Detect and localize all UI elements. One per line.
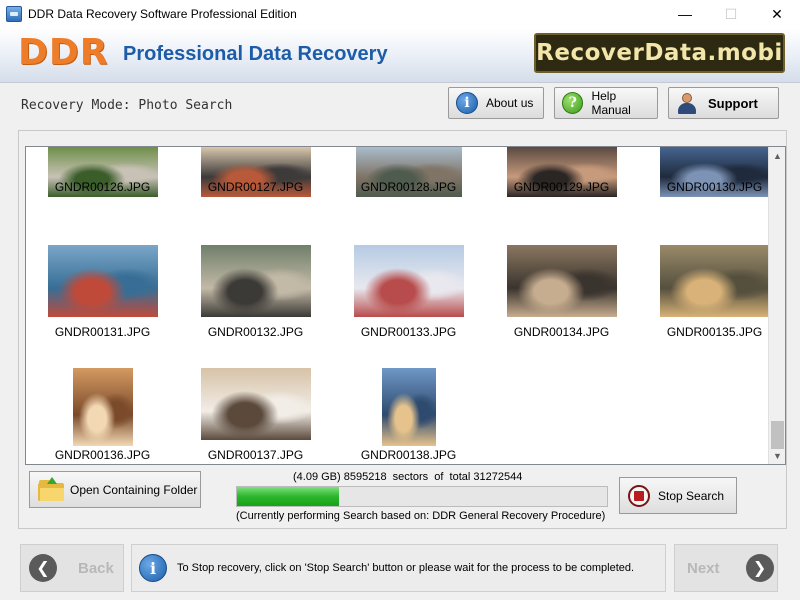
sectors-progress-text: (4.09 GB) 8595218 sectors of total 31272… bbox=[293, 471, 523, 483]
photo-item[interactable]: GNDR00127.JPG bbox=[179, 147, 332, 242]
next-arrow-icon: ❯ bbox=[745, 554, 774, 582]
support-button[interactable]: Support bbox=[668, 87, 779, 119]
brand-text: RecoverData.mobi bbox=[536, 40, 783, 66]
procedure-text: (Currently performing Search based on: D… bbox=[236, 510, 606, 522]
help-manual-button[interactable]: ? Help Manual bbox=[554, 87, 658, 119]
ddr-logo: DDR bbox=[18, 32, 109, 73]
status-message-box: i To Stop recovery, click on 'Stop Searc… bbox=[131, 544, 666, 592]
window-title: DDR Data Recovery Software Professional … bbox=[28, 7, 297, 21]
gallery-scrollbar[interactable]: ▲ ▼ bbox=[768, 147, 785, 464]
stop-search-button[interactable]: Stop Search bbox=[619, 477, 737, 514]
photo-filename: GNDR00130.JPG bbox=[666, 180, 763, 194]
header-banner: DDR Professional Data Recovery RecoverDa… bbox=[0, 28, 800, 83]
back-button[interactable]: ❮ Back bbox=[20, 544, 124, 592]
photo-filename: GNDR00128.JPG bbox=[360, 180, 457, 194]
open-containing-folder-button[interactable]: Open Containing Folder bbox=[29, 471, 201, 508]
photo-thumbnail[interactable] bbox=[659, 245, 770, 317]
progress-fill bbox=[237, 487, 339, 506]
photo-filename: GNDR00135.JPG bbox=[666, 325, 763, 339]
photo-filename: GNDR00132.JPG bbox=[207, 325, 304, 339]
info-icon: i bbox=[139, 554, 167, 582]
scrollbar-thumb[interactable] bbox=[771, 421, 784, 449]
status-message: To Stop recovery, click on 'Stop Search'… bbox=[177, 562, 635, 574]
photo-item[interactable]: GNDR00132.JPG bbox=[179, 245, 332, 365]
photo-item[interactable]: GNDR00129.JPG bbox=[485, 147, 638, 242]
photo-item[interactable]: GNDR00136.JPG bbox=[26, 368, 179, 464]
back-label: Back bbox=[78, 559, 114, 577]
help-manual-label: Help Manual bbox=[591, 89, 631, 117]
photo-thumbnail[interactable] bbox=[72, 368, 133, 446]
photo-thumbnail[interactable] bbox=[506, 245, 617, 317]
photo-item[interactable]: GNDR00135.JPG bbox=[638, 245, 785, 365]
brand-badge: RecoverData.mobi bbox=[534, 33, 785, 73]
photo-item[interactable]: GNDR00128.JPG bbox=[332, 147, 485, 242]
photo-thumbnail[interactable] bbox=[47, 245, 158, 317]
about-us-label: About us bbox=[486, 96, 534, 110]
photo-filename: GNDR00137.JPG bbox=[207, 448, 304, 462]
next-label: Next bbox=[687, 559, 720, 577]
scroll-up-arrow-icon[interactable]: ▲ bbox=[769, 147, 785, 164]
photo-filename: GNDR00138.JPG bbox=[360, 448, 457, 462]
scroll-down-arrow-icon[interactable]: ▼ bbox=[769, 447, 785, 464]
title-bar: DDR Data Recovery Software Professional … bbox=[0, 0, 800, 28]
photo-item[interactable]: GNDR00134.JPG bbox=[485, 245, 638, 365]
photo-filename: GNDR00131.JPG bbox=[54, 325, 151, 339]
photo-filename: GNDR00129.JPG bbox=[513, 180, 610, 194]
photo-item[interactable]: GNDR00137.JPG bbox=[179, 368, 332, 464]
window-controls: — ☐ ✕ bbox=[662, 0, 800, 28]
photo-item[interactable]: GNDR00133.JPG bbox=[332, 245, 485, 365]
photo-item[interactable]: GNDR00126.JPG bbox=[26, 147, 179, 242]
photo-thumbnail[interactable] bbox=[200, 368, 311, 440]
about-us-button[interactable]: i About us bbox=[448, 87, 544, 119]
photo-filename: GNDR00127.JPG bbox=[207, 180, 304, 194]
photo-item[interactable]: GNDR00131.JPG bbox=[26, 245, 179, 365]
open-folder-label: Open Containing Folder bbox=[70, 482, 198, 497]
header-title: Professional Data Recovery bbox=[123, 43, 388, 65]
photo-thumbnail[interactable] bbox=[200, 245, 311, 317]
maximize-button: ☐ bbox=[724, 5, 738, 22]
open-folder-icon bbox=[38, 476, 64, 501]
recovered-photos-gallery[interactable]: GNDR00138.JPG GNDR00137.JPG GNDR00136.JPG G… bbox=[25, 146, 786, 465]
photo-item[interactable]: GNDR00138.JPG bbox=[332, 368, 485, 464]
recovery-progress-bar bbox=[236, 486, 608, 507]
next-button[interactable]: Next ❯ bbox=[674, 544, 778, 592]
stop-icon bbox=[628, 484, 650, 507]
photo-filename: GNDR00136.JPG bbox=[54, 448, 151, 462]
photo-filename: GNDR00126.JPG bbox=[54, 180, 151, 194]
photo-thumbnail[interactable] bbox=[353, 245, 464, 317]
stop-search-label: Stop Search bbox=[658, 488, 725, 503]
help-icon: ? bbox=[562, 92, 584, 114]
recovery-mode-label: Recovery Mode: Photo Search bbox=[21, 98, 233, 113]
support-person-icon bbox=[676, 92, 698, 114]
photo-item[interactable]: GNDR00130.JPG bbox=[638, 147, 785, 242]
app-icon bbox=[6, 6, 22, 22]
info-icon: i bbox=[456, 92, 478, 114]
close-button[interactable]: ✕ bbox=[754, 0, 800, 28]
photo-filename: GNDR00133.JPG bbox=[360, 325, 457, 339]
minimize-button[interactable]: — bbox=[662, 0, 708, 28]
photo-thumbnail[interactable] bbox=[381, 368, 436, 446]
support-label: Support bbox=[708, 95, 758, 111]
photo-filename: GNDR00134.JPG bbox=[513, 325, 610, 339]
back-arrow-icon: ❮ bbox=[29, 554, 57, 582]
